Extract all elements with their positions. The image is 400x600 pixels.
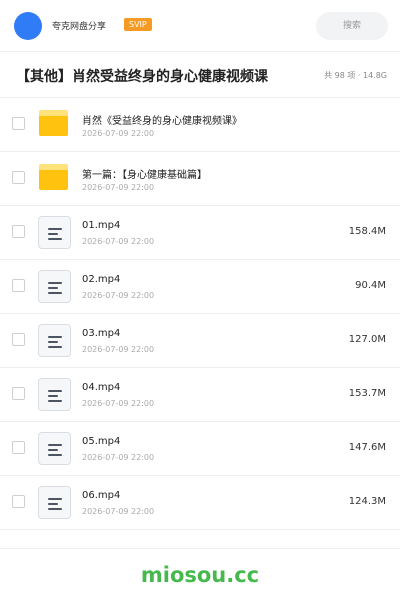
folder-icon — [39, 110, 68, 136]
folder-icon — [39, 164, 68, 190]
item-checkbox[interactable] — [12, 495, 25, 508]
list-item[interactable]: 肖然《受益终身的身心健康视频课》 2026-07-09 22:00 — [0, 98, 400, 152]
video-file-icon — [38, 324, 71, 357]
item-date: 2026-07-09 22:00 — [82, 345, 155, 354]
list-item[interactable]: 第一篇：【身心健康基础篇】 2026-07-09 22:00 — [0, 152, 400, 206]
item-size: 158.4M — [348, 226, 386, 237]
video-file-icon — [38, 270, 71, 303]
item-name: 第一篇：【身心健康基础篇】 — [82, 170, 207, 181]
video-file-icon — [38, 432, 71, 465]
item-name: 肖然《受益终身的身心健康视频课》 — [82, 116, 242, 127]
search-button[interactable]: 搜索 — [316, 12, 388, 40]
video-file-icon — [38, 216, 71, 249]
footer-logo[interactable]: miosou.cc — [0, 563, 400, 587]
item-date: 2026-07-09 22:00 — [82, 237, 155, 246]
title-bar: 【其他】肖然受益终身的身心健康视频课 共 98 项 · 14.8G — [0, 52, 400, 98]
item-checkbox[interactable] — [12, 333, 25, 346]
item-checkbox[interactable] — [12, 225, 25, 238]
list-item[interactable]: 03.mp4 2026-07-09 22:00 127.0M — [0, 314, 400, 368]
item-name: 01.mp4 — [82, 220, 121, 231]
item-size: 127.0M — [348, 334, 386, 345]
share-meta: 共 98 项 · 14.8G — [324, 71, 387, 80]
list-item[interactable]: 06.mp4 2026-07-09 22:00 124.3M — [0, 476, 400, 530]
list-item[interactable]: 02.mp4 2026-07-09 22:00 90.4M — [0, 260, 400, 314]
item-name: 06.mp4 — [82, 490, 121, 501]
item-size: 124.3M — [348, 496, 386, 507]
footer: miosou.cc — [0, 548, 400, 600]
item-date: 2026-07-09 22:00 — [82, 399, 155, 408]
file-list: 肖然《受益终身的身心健康视频课》 2026-07-09 22:00 第一篇：【身… — [0, 98, 400, 530]
item-checkbox[interactable] — [12, 387, 25, 400]
item-name: 04.mp4 — [82, 382, 121, 393]
app-header: 夸克网盘分享 SVIP 搜索 — [0, 0, 400, 52]
app-name: 夸克网盘分享 — [52, 22, 107, 32]
item-checkbox[interactable] — [12, 117, 25, 130]
video-file-icon — [38, 378, 71, 411]
svip-badge: SVIP — [124, 18, 152, 31]
item-checkbox[interactable] — [12, 441, 25, 454]
item-date: 2026-07-09 22:00 — [82, 291, 155, 300]
list-item[interactable]: 05.mp4 2026-07-09 22:00 147.6M — [0, 422, 400, 476]
video-file-icon — [38, 486, 71, 519]
avatar[interactable] — [14, 12, 42, 40]
item-date: 2026-07-09 22:00 — [82, 453, 155, 462]
item-checkbox[interactable] — [12, 279, 25, 292]
item-name: 02.mp4 — [82, 274, 121, 285]
item-size: 153.7M — [348, 388, 386, 399]
page-title: 【其他】肖然受益终身的身心健康视频课 — [16, 69, 268, 85]
item-size: 147.6M — [348, 442, 386, 453]
item-name: 03.mp4 — [82, 328, 121, 339]
list-item[interactable]: 04.mp4 2026-07-09 22:00 153.7M — [0, 368, 400, 422]
item-checkbox[interactable] — [12, 171, 25, 184]
list-item[interactable]: 01.mp4 2026-07-09 22:00 158.4M — [0, 206, 400, 260]
item-size: 90.4M — [355, 280, 386, 291]
item-date: 2026-07-09 22:00 — [82, 129, 155, 138]
item-date: 2026-07-09 22:00 — [82, 507, 155, 516]
item-date: 2026-07-09 22:00 — [82, 183, 155, 192]
item-name: 05.mp4 — [82, 436, 121, 447]
